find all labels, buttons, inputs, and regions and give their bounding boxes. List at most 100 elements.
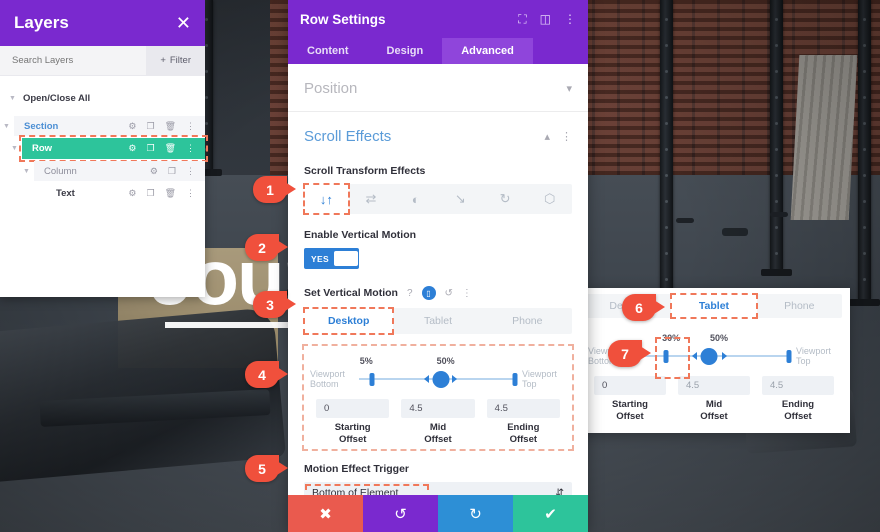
starting-offset-input[interactable]: 0: [316, 398, 390, 418]
duplicate-icon[interactable]: ❐: [146, 143, 154, 154]
chevron-down-icon[interactable]: ▼: [8, 145, 21, 152]
slider-handle-end[interactable]: [786, 350, 792, 364]
offset-starting: 0 Starting Offset: [310, 398, 395, 446]
layer-row-text[interactable]: Text ⚙ ❐ 🗑 ⋮: [46, 183, 205, 203]
more-icon[interactable]: ⋮: [186, 188, 195, 199]
device-tab-phone[interactable]: Phone: [757, 294, 842, 318]
layer-row-row[interactable]: ▼ Row ⚙ ❐ 🗑 ⋮: [11, 135, 208, 162]
mid-offset-input[interactable]: 4.5: [678, 375, 750, 395]
set-vertical-motion-label: Set Vertical Motion: [304, 287, 398, 299]
duplicate-icon[interactable]: ❐: [146, 121, 154, 132]
more-icon[interactable]: ⋮: [186, 166, 195, 177]
caption-line1: Starting: [612, 398, 648, 410]
offset-fields: 0 Starting Offset 4.5 Mid Offset 4.5 End…: [588, 375, 840, 423]
search-input[interactable]: [0, 55, 147, 66]
cancel-button[interactable]: ✖: [288, 495, 363, 532]
layers-search-bar: + Filter: [0, 45, 205, 76]
caption-line1: Ending: [507, 421, 540, 433]
more-icon[interactable]: ⋮: [564, 12, 576, 26]
enable-vertical-motion-toggle[interactable]: YES: [304, 248, 359, 269]
gear-icon[interactable]: ⚙: [128, 188, 136, 199]
layout-icon[interactable]: ◫: [540, 12, 551, 26]
undo-button[interactable]: ↺: [363, 495, 438, 532]
duplicate-icon[interactable]: ❐: [168, 166, 176, 177]
caption-line2: Offset: [616, 410, 644, 422]
offset-starting: 0 Starting Offset: [588, 375, 672, 423]
blur-icon[interactable]: ⬡: [527, 184, 572, 214]
device-tab-tablet[interactable]: Tablet: [393, 308, 482, 334]
more-icon[interactable]: ⋮: [462, 288, 472, 299]
device-tab-phone[interactable]: Phone: [483, 308, 572, 334]
tab-advanced[interactable]: Advanced: [442, 38, 533, 64]
tab-content[interactable]: Content: [288, 38, 368, 64]
offset-mid: 4.5 Mid Offset: [395, 398, 480, 446]
gear-icon[interactable]: ⚙: [150, 166, 158, 177]
tab-design[interactable]: Design: [368, 38, 443, 64]
more-icon[interactable]: ⋮: [561, 130, 572, 143]
viewport-top-label: Viewport Top: [522, 369, 566, 390]
chevron-down-icon[interactable]: ▼: [0, 123, 13, 130]
slider-handle-end[interactable]: [512, 373, 518, 387]
section-scroll-effects[interactable]: Scroll Effects ▴ ⋮: [288, 112, 588, 151]
chevron-down-icon[interactable]: ▼: [20, 168, 33, 175]
motion-slider[interactable]: [359, 371, 518, 389]
viewport-top-line2: Top: [522, 379, 537, 390]
layers-tree: ▼ Open/Close All ▼ Section ⚙ ❐ 🗑 ⋮ ▼ Row…: [0, 76, 208, 203]
ending-offset-input[interactable]: 4.5: [486, 398, 560, 418]
filter-button[interactable]: + Filter: [146, 45, 205, 76]
vertical-motion-icon[interactable]: ↓↑: [303, 183, 350, 215]
responsive-icon[interactable]: ▯: [421, 286, 436, 300]
open-close-all-label: Open/Close All: [22, 92, 91, 104]
layer-row-column[interactable]: ▼ Column ⚙ ❐ ⋮: [23, 161, 205, 181]
scroll-transform-effects-group: ↓↑ ⇄ ◐ ↘ ↻ ⬡: [303, 183, 572, 215]
annotation-marker-3: 3: [253, 291, 296, 318]
chevron-up-icon[interactable]: ▴: [544, 130, 550, 143]
layer-row-actions: ⚙ ❐ 🗑 ⋮: [128, 143, 205, 154]
mid-offset-caption: Mid Offset: [395, 422, 480, 446]
mid-offset-caption: Mid Offset: [672, 399, 756, 423]
layer-label: Column: [44, 165, 77, 177]
more-icon[interactable]: ⋮: [186, 121, 195, 132]
gear-icon[interactable]: ⚙: [128, 121, 136, 132]
fade-icon[interactable]: ◐: [393, 184, 438, 214]
start-percent-label: 5%: [359, 356, 373, 366]
motion-effect-trigger-select[interactable]: Bottom of Element ⇵: [304, 482, 572, 495]
redo-button[interactable]: ↻: [438, 495, 513, 532]
slider-handle-start[interactable]: [663, 350, 669, 364]
fullscreen-icon[interactable]: ⛶: [518, 12, 526, 27]
ending-offset-input[interactable]: 4.5: [762, 375, 834, 395]
reset-icon[interactable]: ↺: [445, 288, 453, 299]
mid-offset-input[interactable]: 4.5: [401, 398, 475, 418]
annotation-marker-5: 5: [245, 455, 288, 482]
save-button[interactable]: ✔: [513, 495, 588, 532]
slider-handle-mid[interactable]: [700, 348, 718, 366]
slider-handle-mid[interactable]: [432, 371, 450, 389]
trash-icon[interactable]: 🗑: [165, 188, 176, 199]
scale-icon[interactable]: ↘: [438, 184, 483, 214]
gear-icon[interactable]: ⚙: [128, 143, 136, 154]
open-close-all-row[interactable]: ▼ Open/Close All: [0, 88, 205, 108]
starting-offset-input[interactable]: 0: [594, 375, 666, 395]
caption-line1: Mid: [705, 398, 723, 410]
slider-handle-start[interactable]: [369, 373, 375, 387]
device-tab-tablet[interactable]: Tablet: [670, 293, 758, 319]
trash-icon[interactable]: 🗑: [165, 121, 176, 132]
trash-icon[interactable]: 🗑: [165, 143, 176, 154]
chevron-down-icon[interactable]: ▾: [566, 82, 572, 95]
section-scroll-effects-title: Scroll Effects: [304, 128, 392, 145]
ending-offset-caption: Ending Offset: [481, 422, 566, 446]
layer-row-section[interactable]: ▼ Section ⚙ ❐ 🗑 ⋮: [3, 116, 205, 136]
help-icon[interactable]: ?: [407, 288, 413, 299]
more-icon[interactable]: ⋮: [186, 143, 195, 154]
section-position[interactable]: Position ▾: [288, 64, 588, 112]
motion-slider[interactable]: [637, 348, 792, 366]
caption-line2: Offset: [700, 410, 728, 422]
layers-panel-header: Layers ✕: [0, 0, 205, 46]
duplicate-icon[interactable]: ❐: [146, 188, 154, 199]
close-icon[interactable]: ✕: [176, 14, 191, 32]
device-tab-desktop[interactable]: Desktop: [302, 307, 395, 335]
layers-panel-title: Layers: [14, 13, 69, 32]
rotate-icon[interactable]: ↻: [483, 184, 528, 214]
page-title: Row Settings: [300, 11, 386, 27]
horizontal-motion-icon[interactable]: ⇄: [349, 184, 394, 214]
